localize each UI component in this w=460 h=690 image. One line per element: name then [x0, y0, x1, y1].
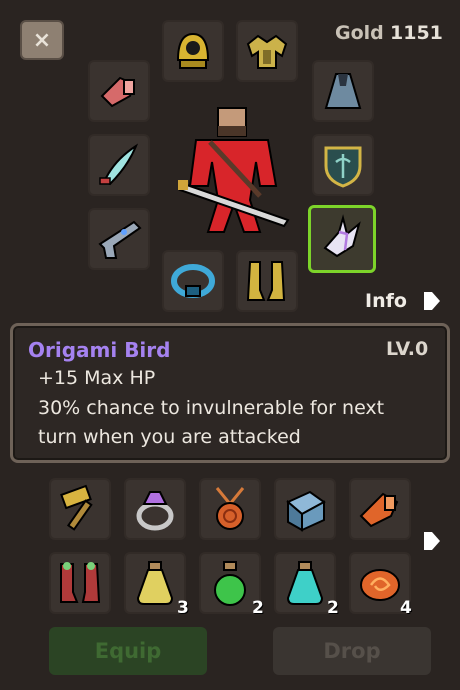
item-level: LV.0 — [386, 338, 429, 360]
red-boots-icon — [60, 562, 101, 603]
equip-button[interactable]: Equip — [49, 627, 207, 675]
inventory-next-arrow-icon[interactable] — [422, 530, 442, 552]
inventory-slot[interactable] — [124, 478, 186, 540]
cloak-icon — [324, 73, 362, 109]
gauntlet-slot[interactable] — [88, 60, 150, 122]
gold-shoulder-armor-icon — [246, 34, 288, 69]
item-count: 3 — [177, 598, 189, 618]
hero-character — [178, 107, 290, 233]
close-icon: × — [32, 27, 52, 53]
pistol-icon — [98, 220, 142, 259]
item-stat-line: +15 Max HP — [38, 367, 156, 389]
green-potion-icon — [214, 561, 246, 606]
inventory-slot[interactable] — [274, 478, 336, 540]
inventory-slot[interactable] — [349, 478, 411, 540]
belt-slot[interactable] — [162, 250, 224, 312]
item-effect-line: turn when you are attacked — [38, 426, 301, 448]
shield-slot[interactable] — [312, 134, 374, 196]
inventory-slot[interactable] — [49, 478, 111, 540]
item-name: Origami Bird — [28, 338, 171, 362]
gold-helmet-icon — [176, 32, 210, 69]
gold-value: 1151 — [390, 22, 443, 44]
accessory-slot[interactable] — [308, 205, 376, 273]
cyan-potion-icon — [286, 561, 324, 605]
hammer-icon — [60, 484, 93, 531]
red-gauntlet-icon — [100, 76, 136, 108]
shield-icon — [324, 146, 362, 188]
amulet-icon — [215, 487, 245, 530]
gun-slot[interactable] — [88, 208, 150, 270]
weapon-slot[interactable] — [88, 134, 150, 196]
gold-label: Gold — [335, 22, 384, 44]
close-button[interactable]: × — [20, 20, 64, 60]
item-count: 2 — [327, 598, 339, 618]
item-effect-line: 30% chance to invulnerable for next — [38, 397, 385, 419]
crystal-ring-icon — [136, 491, 174, 531]
info-arrow-icon[interactable] — [422, 290, 442, 312]
gold-boots-icon — [246, 261, 286, 301]
helmet-slot[interactable] — [162, 20, 224, 82]
inventory-slot[interactable] — [199, 478, 261, 540]
boots-slot[interactable] — [236, 250, 298, 312]
orange-gauntlet-icon — [359, 492, 399, 528]
curved-blade-icon — [99, 143, 139, 186]
yellow-potion-icon — [136, 561, 174, 605]
origami-bird-icon — [323, 214, 361, 258]
item-count: 2 — [252, 598, 264, 618]
drop-button[interactable]: Drop — [273, 627, 431, 675]
shoulder-armor-slot[interactable] — [236, 20, 298, 82]
orange-stone-icon — [360, 569, 400, 601]
cube-device-icon — [286, 490, 326, 532]
item-count: 4 — [400, 598, 412, 618]
cloak-slot[interactable] — [312, 60, 374, 122]
blue-belt-icon — [171, 264, 215, 298]
inventory-slot[interactable] — [49, 552, 111, 614]
info-label[interactable]: Info — [365, 290, 407, 312]
